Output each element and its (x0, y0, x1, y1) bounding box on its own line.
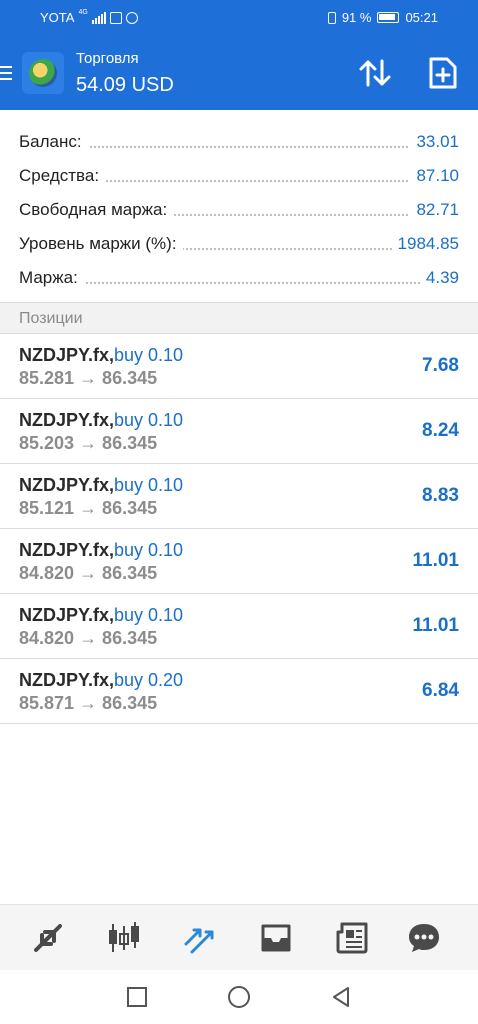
position-symbol: NZDJPY.fx, (19, 410, 115, 430)
position-row[interactable]: NZDJPY.fx, buy 0.10 85.281 → 86.345 7.68 (0, 334, 478, 399)
position-symbol: NZDJPY.fx, (19, 475, 115, 495)
chat-icon[interactable] (404, 919, 444, 957)
position-profit: 8.83 (422, 485, 459, 506)
position-profit: 6.84 (422, 680, 459, 701)
sort-icon[interactable] (358, 58, 392, 88)
position-type: buy 0.10 (114, 475, 184, 495)
app-header: Торговля 54.09 USD (0, 36, 478, 110)
position-prices: 85.871 → 86.345 (19, 693, 158, 713)
shield-icon (109, 11, 122, 24)
news-icon[interactable] (332, 919, 372, 957)
summary-label: Баланс: (19, 132, 88, 152)
position-row[interactable]: NZDJPY.fx, buy 0.10 85.121 → 86.345 8.83 (0, 464, 478, 529)
position-symbol: NZDJPY.fx, (19, 670, 115, 690)
position-prices: 84.820 → 86.345 (19, 563, 158, 583)
chart-icon[interactable] (104, 919, 144, 957)
position-type: buy 0.10 (114, 540, 184, 560)
summary-value: 1984.85 (391, 234, 459, 254)
position-prices: 85.281 → 86.345 (19, 368, 158, 388)
position-row[interactable]: NZDJPY.fx, buy 0.10 85.203 → 86.345 8.24 (0, 399, 478, 464)
position-prices: 85.203 → 86.345 (19, 433, 158, 453)
new-order-icon[interactable] (428, 56, 458, 90)
system-nav-bar (0, 970, 478, 1024)
signal-icon (91, 11, 106, 24)
summary-value: 4.39 (419, 268, 459, 288)
status-left: YOTA 4G (40, 9, 138, 25)
position-row[interactable]: NZDJPY.fx, buy 0.10 84.820 → 86.345 11.0… (0, 529, 478, 594)
positions-section-header: Позиции (0, 302, 478, 334)
position-symbol: NZDJPY.fx, (19, 605, 115, 625)
position-profit: 8.24 (422, 420, 459, 441)
carrier-label: YOTA (40, 10, 75, 25)
position-type: buy 0.10 (114, 410, 184, 430)
position-profit: 11.01 (412, 615, 460, 636)
status-right: 91 % 05:21 (327, 10, 438, 25)
position-profit: 11.01 (412, 550, 460, 571)
vibrate-icon (327, 11, 336, 24)
summary-row-free-margin: Свободная маржа: 82.71 (0, 192, 478, 226)
account-amount: 54.09 USD (76, 74, 174, 96)
position-profit: 7.68 (422, 355, 459, 376)
history-icon[interactable] (256, 919, 296, 957)
position-symbol: NZDJPY.fx, (19, 540, 115, 560)
summary-value: 33.01 (410, 132, 459, 152)
summary-row-equity: Средства: 87.10 (0, 158, 478, 192)
battery-percent: 91 % (341, 10, 372, 25)
account-summary: Баланс: 33.01 Средства: 87.10 Свободная … (0, 110, 478, 302)
position-prices: 84.820 → 86.345 (19, 628, 158, 648)
summary-row-balance: Баланс: 33.01 (0, 124, 478, 158)
battery-icon (377, 12, 400, 23)
positions-title: Позиции (19, 310, 83, 327)
home-icon[interactable] (226, 984, 252, 1010)
summary-label: Средства: (19, 166, 106, 186)
summary-row-margin-level: Уровень маржи (%): 1984.85 (0, 226, 478, 260)
back-icon[interactable] (328, 984, 354, 1010)
summary-label: Свободная маржа: (19, 200, 174, 220)
position-type: buy 0.20 (114, 670, 184, 690)
position-row[interactable]: NZDJPY.fx, buy 0.20 85.871 → 86.345 6.84 (0, 659, 478, 724)
position-prices: 85.121 → 86.345 (19, 498, 158, 518)
summary-row-margin: Маржа: 4.39 (0, 260, 478, 294)
page-title: Торговля (76, 50, 139, 67)
menu-icon[interactable] (0, 66, 14, 82)
position-type: buy 0.10 (114, 345, 184, 365)
summary-label: Уровень маржи (%): (19, 234, 183, 254)
metatrader-logo (22, 52, 64, 94)
network-label: 4G (78, 9, 88, 16)
trade-icon[interactable] (180, 919, 220, 957)
summary-value: 87.10 (410, 166, 459, 186)
quotes-icon[interactable] (28, 919, 68, 957)
status-bar: YOTA 4G 91 % 05:21 (0, 0, 478, 36)
position-type: buy 0.10 (114, 605, 184, 625)
position-row[interactable]: NZDJPY.fx, buy 0.10 84.820 → 86.345 11.0… (0, 594, 478, 659)
summary-value: 82.71 (410, 200, 459, 220)
dotted-leader (19, 282, 459, 284)
recents-icon[interactable] (124, 984, 150, 1010)
positions-list: NZDJPY.fx, buy 0.10 85.281 → 86.345 7.68… (0, 334, 478, 724)
clock: 05:21 (405, 10, 438, 25)
bottom-tab-bar (0, 904, 478, 970)
summary-label: Маржа: (19, 268, 84, 288)
whatsapp-icon (125, 11, 138, 24)
position-symbol: NZDJPY.fx, (19, 345, 115, 365)
